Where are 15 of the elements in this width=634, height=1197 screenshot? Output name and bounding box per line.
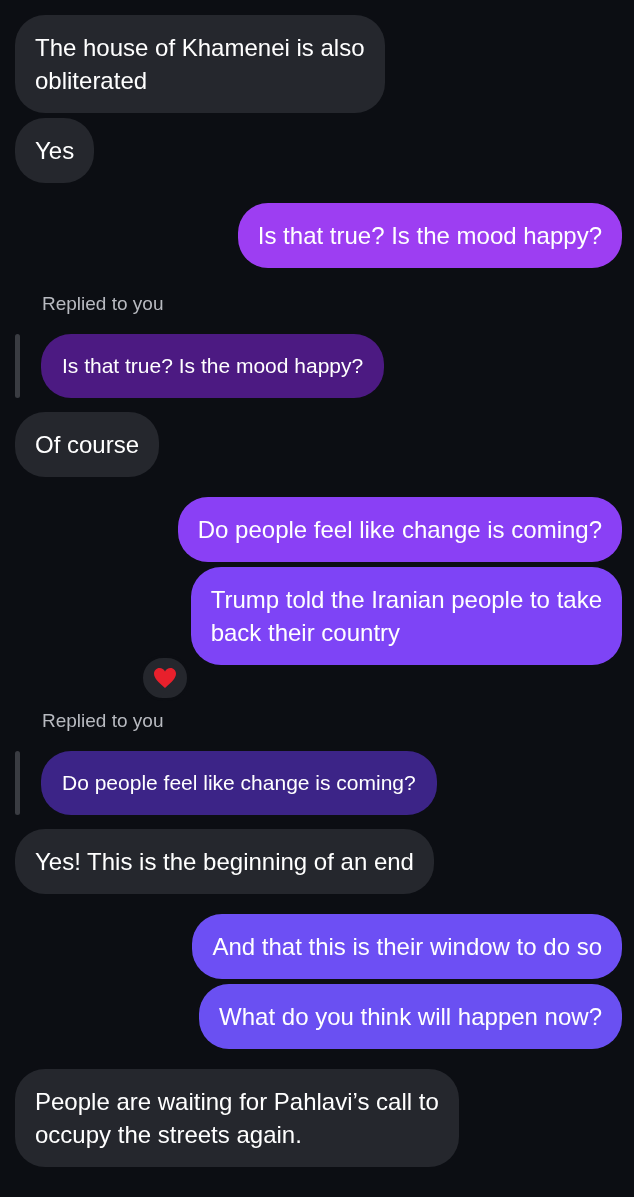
quoted-message: Do people feel like change is coming? [41,751,437,815]
sent-message: What do you think will happen now? [199,984,622,1049]
received-message: Yes! This is the beginning of an end [15,829,434,894]
sent-message: Trump told the Iranian people to take back their country [190,567,622,665]
received-message: Yes [15,118,95,183]
heart-icon [153,667,177,689]
replied-label: Replied to you [42,292,165,316]
received-message: Of course [15,412,160,477]
quoted-message: Is that true? Is the mood happy? [41,334,385,398]
sent-message: And that this is their window to do so [192,914,622,979]
received-message: The house of Khamenei is also obliterated [15,15,385,113]
replied-label: Replied to you [42,709,165,733]
received-message: People are waiting for Pahlavi’s call to occupy the streets again. [15,1069,459,1167]
sent-message: Do people feel like change is coming? [177,497,622,562]
sent-message: Is that true? Is the mood happy? [237,203,622,268]
